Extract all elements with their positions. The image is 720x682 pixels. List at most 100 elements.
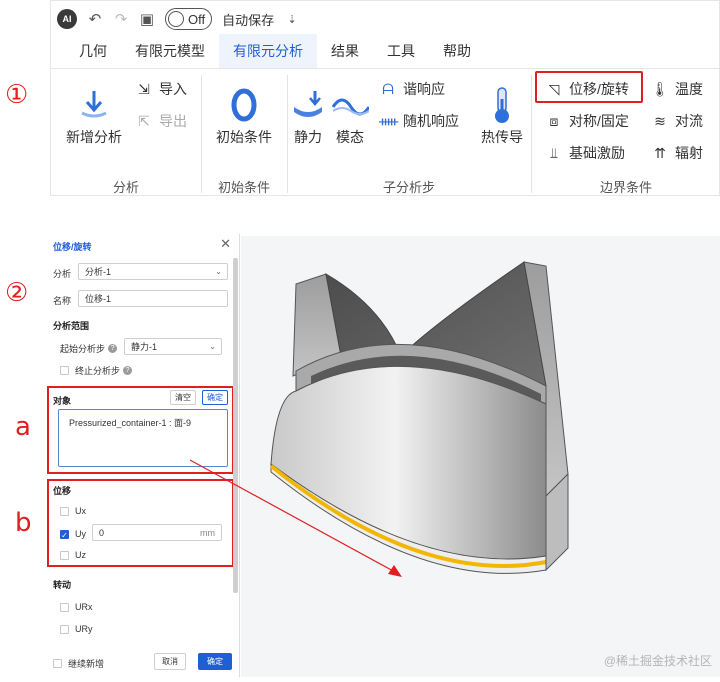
temperature-button[interactable]: 🌡︎ 温度 <box>651 79 703 99</box>
urx-checkbox[interactable] <box>60 602 69 612</box>
scope-section-title: 分析范围 <box>53 321 90 331</box>
modal-icon <box>331 83 369 127</box>
ux-label: Ux <box>75 506 86 516</box>
ury-row[interactable]: URy <box>60 624 93 634</box>
object-list[interactable]: Pressurized_container-1 : 面-9 <box>58 409 228 467</box>
group-label-substep: 子分析步 <box>382 180 435 195</box>
separator <box>201 75 202 193</box>
uy-label: Uy <box>75 529 86 539</box>
app-logo: AI <box>57 9 77 29</box>
uz-label: Uz <box>75 550 86 560</box>
initial-conditions-button[interactable]: 初始条件 <box>207 83 281 147</box>
ury-label: URy <box>75 624 93 634</box>
tab-fe-analysis[interactable]: 有限元分析 <box>219 34 317 68</box>
uy-checkbox[interactable]: ✓ <box>60 529 69 540</box>
base-excitation-label: 基础激励 <box>569 145 625 161</box>
displacement-highlight <box>535 71 643 103</box>
ux-row[interactable]: Ux <box>60 506 86 516</box>
tab-geometry[interactable]: 几何 <box>65 41 121 68</box>
continue-checkbox[interactable] <box>53 659 62 668</box>
modal-button[interactable]: 模态 <box>329 83 371 147</box>
import-label: 导入 <box>159 81 187 97</box>
radiation-button[interactable]: ⇈ 辐射 <box>651 143 703 163</box>
temperature-icon: 🌡︎ <box>651 80 669 97</box>
new-analysis-label: 新增分析 <box>66 129 122 145</box>
static-label: 静力 <box>294 129 322 145</box>
panel-scrollbar[interactable] <box>233 258 238 593</box>
end-step-label: 终止分析步 <box>75 366 121 376</box>
initial-conditions-label: 初始条件 <box>216 129 272 145</box>
name-label: 名称 <box>53 296 72 306</box>
autosave-toggle[interactable]: Off <box>165 8 213 30</box>
clear-button[interactable]: 清空 <box>170 390 196 405</box>
displacement-section-title: 位移 <box>53 486 72 496</box>
urx-label: URx <box>75 602 93 612</box>
title-bar: AI ↶ ↷ ▣ Off 自动保存 ⇣ <box>51 1 719 37</box>
callout-one: ① <box>5 80 29 110</box>
convection-button[interactable]: ≋ 对流 <box>651 111 703 131</box>
end-step-row[interactable]: 终止分析步 ? <box>60 364 133 377</box>
separator <box>287 75 288 193</box>
pressure-vessel-model <box>269 261 569 574</box>
symmetry-fixed-button[interactable]: ⧈ 对称/固定 <box>545 111 629 131</box>
tab-help[interactable]: 帮助 <box>429 41 485 68</box>
model-viewport[interactable]: @稀土掘金技术社区 <box>241 236 720 677</box>
callout-a: a <box>15 412 31 442</box>
thermometer-icon <box>491 83 513 127</box>
harmonic-response-button[interactable]: ᗩ 谐响应 <box>379 79 445 99</box>
undo-icon[interactable]: ↶ <box>87 10 103 28</box>
harmonic-label: 谐响应 <box>403 81 445 97</box>
quick-access-dropdown-icon[interactable]: ⇣ <box>284 13 300 26</box>
redo-icon[interactable]: ↷ <box>113 10 129 28</box>
end-step-checkbox[interactable] <box>60 366 69 375</box>
start-step-label: 起始分析步 <box>60 344 106 354</box>
callout-b: b <box>15 508 32 538</box>
uy-unit: mm <box>200 527 215 538</box>
toggle-label: Off <box>188 11 206 27</box>
info-icon: ? <box>108 344 118 353</box>
continue-row[interactable]: 继续新增 <box>53 657 104 670</box>
displacement-panel: 位移/旋转 ✕ 分析 分析-1 ⌄ 名称 位移-1 分析范围 起始分析步 ? 静… <box>44 234 240 677</box>
urx-row[interactable]: URx <box>60 602 93 612</box>
close-icon[interactable]: ✕ <box>220 236 231 252</box>
separator <box>531 75 532 193</box>
ux-checkbox[interactable] <box>60 506 69 516</box>
tab-results[interactable]: 结果 <box>317 41 373 68</box>
autosave-label: 自动保存 <box>222 12 275 28</box>
group-label-boundary: 边界条件 <box>599 180 652 195</box>
analysis-value: 分析-1 <box>85 267 112 277</box>
tab-tools[interactable]: 工具 <box>373 41 429 68</box>
analysis-select[interactable]: 分析-1 ⌄ <box>78 263 228 280</box>
ok-button[interactable]: 确定 <box>198 653 232 670</box>
random-response-button[interactable]: ᚔ 随机响应 <box>379 111 459 131</box>
import-icon: ⇲ <box>138 80 150 97</box>
static-button[interactable]: 静力 <box>289 83 327 147</box>
callout-two: ② <box>5 278 29 308</box>
heat-transfer-button[interactable]: 热传导 <box>477 83 527 147</box>
object-item: Pressurized_container-1 : 面-9 <box>69 418 192 428</box>
new-analysis-button[interactable]: 新增分析 <box>61 83 127 147</box>
base-excitation-button[interactable]: ⫫ 基础激励 <box>545 143 625 163</box>
chevron-down-icon: ⌄ <box>209 342 216 351</box>
import-button[interactable]: ⇲ 导入 <box>135 79 187 99</box>
ury-checkbox[interactable] <box>60 624 69 634</box>
analysis-row: 分析 <box>53 267 71 280</box>
group-label-initial: 初始条件 <box>217 180 270 195</box>
start-step-select[interactable]: 静力-1 ⌄ <box>124 338 222 355</box>
uz-checkbox[interactable] <box>60 550 69 560</box>
uy-value: 0 <box>99 527 105 538</box>
save-icon[interactable]: ▣ <box>139 10 155 28</box>
convection-icon: ≋ <box>654 112 666 129</box>
random-response-label: 随机响应 <box>403 113 459 129</box>
object-section-title: 对象 <box>53 396 72 406</box>
uy-input[interactable]: 0 mm <box>92 524 222 541</box>
tab-fe-model[interactable]: 有限元模型 <box>121 41 219 68</box>
cancel-button[interactable]: 取消 <box>154 653 186 670</box>
group-label-analysis: 分析 <box>112 180 139 195</box>
export-button[interactable]: ⇱ 导出 <box>135 111 187 131</box>
uz-row[interactable]: Uz <box>60 550 86 560</box>
uy-row[interactable]: ✓ Uy <box>60 529 86 540</box>
confirm-object-button[interactable]: 确定 <box>202 390 228 405</box>
harmonic-icon: ᗩ <box>382 80 394 97</box>
name-field[interactable]: 位移-1 <box>78 290 228 307</box>
